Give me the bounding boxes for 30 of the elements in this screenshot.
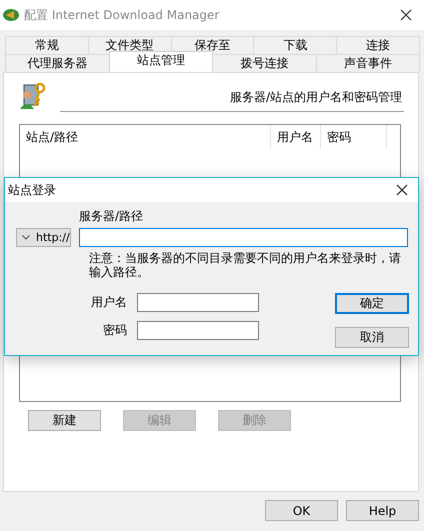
- section-heading: 服务器/站点的用户名和密码管理: [230, 90, 402, 104]
- column-header[interactable]: 密码: [321, 125, 387, 149]
- dialog-title: 站点登录: [8, 182, 56, 198]
- dialog-button[interactable]: 确定: [335, 293, 409, 314]
- input-field[interactable]: [137, 321, 259, 340]
- field-label: 服务器/路径: [79, 208, 144, 225]
- protocol-dropdown[interactable]: http://: [16, 228, 71, 247]
- column-header[interactable]: 站点/路径: [20, 125, 271, 149]
- user-keys-icon: [18, 81, 48, 111]
- chevron-icon: [22, 235, 30, 240]
- column-header[interactable]: 用户名: [271, 125, 321, 149]
- tab[interactable]: 常规: [5, 36, 89, 54]
- app-icon: [2, 8, 20, 22]
- footer-button[interactable]: OK: [265, 500, 338, 521]
- field-label: 用户名: [90, 294, 127, 311]
- tab[interactable]: 声音事件: [316, 54, 420, 72]
- server-input[interactable]: [79, 228, 408, 247]
- tab[interactable]: 站点管理: [108, 51, 213, 72]
- tab[interactable]: 连接: [336, 36, 420, 54]
- close-icon[interactable]: [396, 184, 408, 196]
- dialog-button[interactable]: 取消: [335, 327, 409, 348]
- close-icon[interactable]: [400, 9, 412, 21]
- note-text: 注意：当服务器的不同目录需要不同的用户名来登录时，请输入路径。: [89, 251, 402, 279]
- action-button[interactable]: 新建: [28, 410, 101, 431]
- tab[interactable]: 拨号连接: [212, 54, 316, 72]
- footer-button[interactable]: Help: [346, 500, 419, 521]
- window-title: 配置 Internet Download Manager: [24, 6, 220, 24]
- field-label: 密码: [102, 322, 127, 339]
- input-field[interactable]: [137, 293, 259, 312]
- tab[interactable]: 代理服务器: [5, 54, 110, 72]
